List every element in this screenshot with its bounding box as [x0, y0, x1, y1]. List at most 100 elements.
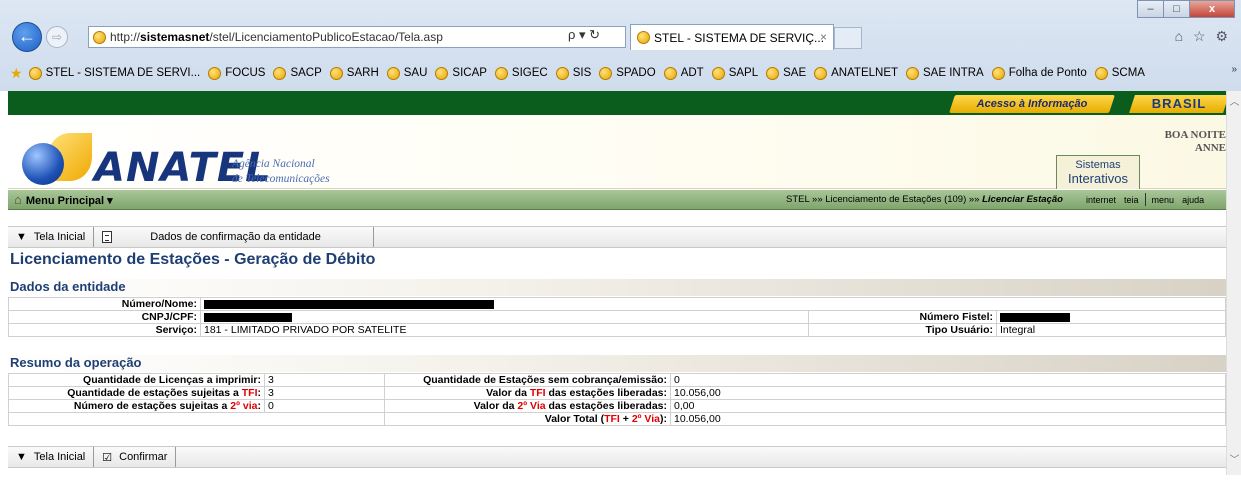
- page-icon: [93, 30, 106, 44]
- link-teia[interactable]: teia: [1124, 195, 1139, 205]
- web-page: Acesso à Informação BRASIL ANATEL Agênci…: [8, 91, 1226, 475]
- gov-bar: Acesso à Informação BRASIL: [8, 91, 1226, 115]
- section-dados-entidade: Dados da entidade: [8, 279, 1226, 296]
- favorites-more-chevron-icon[interactable]: »: [1231, 64, 1237, 75]
- top-toolbar: ▼ Tela Inicial Dados de confirmação da e…: [8, 226, 1226, 248]
- browser-chrome: – □ x ← ⇨ http://sistemasnet/stel/Licenc…: [0, 0, 1241, 91]
- n-2via-value: 0: [264, 399, 385, 413]
- minimize-button[interactable]: –: [1137, 0, 1164, 18]
- fav-icon: [28, 66, 42, 80]
- brasil-link[interactable]: BRASIL: [1129, 95, 1226, 113]
- cnpj-label: CNPJ/CPF:: [8, 310, 201, 324]
- vertical-scrollbar[interactable]: ︿ ﹀: [1226, 91, 1241, 475]
- fav-icon: [766, 66, 780, 80]
- address-bar[interactable]: http://sistemasnet/stel/LicenciamentoPub…: [88, 26, 626, 48]
- anatel-logo-globe: [22, 143, 64, 185]
- fav-item[interactable]: ADT: [663, 66, 704, 80]
- link-menu[interactable]: menu: [1152, 195, 1175, 205]
- fav-item[interactable]: SAU: [386, 66, 427, 80]
- fav-icon: [273, 66, 287, 80]
- q-tfi-value: 3: [264, 386, 385, 400]
- fav-item[interactable]: STEL - SISTEMA DE SERVI...: [28, 66, 200, 80]
- fav-icon: [435, 66, 449, 80]
- tab-page-icon: [637, 31, 650, 44]
- funnel-icon: ▼: [16, 451, 27, 463]
- back-button[interactable]: ←: [12, 22, 42, 52]
- tipo-usuario-label: Tipo Usuário:: [808, 323, 997, 337]
- link-internet[interactable]: internet: [1086, 195, 1116, 205]
- fav-item[interactable]: SPADO: [599, 66, 656, 80]
- fav-item[interactable]: SACP: [273, 66, 322, 80]
- link-ajuda[interactable]: ajuda: [1182, 195, 1204, 205]
- fav-item[interactable]: SAE: [766, 66, 806, 80]
- bottom-toolbar: ▼ Tela Inicial ☑ Confirmar: [8, 446, 1226, 468]
- funnel-icon: ▼: [16, 231, 27, 243]
- acesso-informacao-link[interactable]: Acesso à Informação: [949, 95, 1115, 113]
- tela-inicial-button[interactable]: ▼ Tela Inicial: [8, 447, 95, 467]
- fav-icon: [208, 66, 222, 80]
- url-host: sistemasnet: [140, 30, 210, 44]
- user-greeting: BOA NOITE ANNE: [1164, 129, 1226, 154]
- v-total-value: 10.056,00: [670, 412, 1226, 426]
- numero-nome-value: [200, 297, 1226, 311]
- new-tab-button[interactable]: [834, 27, 862, 49]
- fav-icon: [599, 66, 613, 80]
- fav-item[interactable]: ANATELNET: [814, 66, 898, 80]
- fav-item[interactable]: SARH: [329, 66, 379, 80]
- fav-icon: [991, 66, 1005, 80]
- redacted-block: [204, 312, 292, 322]
- q-sem-cobranca-value: 0: [670, 373, 1226, 387]
- fav-icon: [494, 66, 508, 80]
- tela-inicial-button[interactable]: ▼ Tela Inicial: [8, 227, 95, 247]
- dados-confirmacao-button[interactable]: Dados de confirmação da entidade: [94, 227, 375, 247]
- fav-item[interactable]: SICAP: [435, 66, 487, 80]
- fav-icon: [711, 66, 725, 80]
- numero-nome-label: Número/Nome:: [8, 297, 201, 311]
- redacted-block: [204, 299, 494, 309]
- url-prefix: http://: [110, 30, 141, 44]
- fav-item[interactable]: SAE INTRA: [906, 66, 984, 80]
- favorites-star-icon[interactable]: ★: [10, 65, 23, 82]
- scroll-up-icon[interactable]: ︿: [1227, 93, 1241, 108]
- v-2via-label: Valor da 2º Via das estações liberadas:: [384, 399, 671, 413]
- scroll-down-icon[interactable]: ﹀: [1227, 451, 1241, 466]
- confirmar-button[interactable]: ☑ Confirmar: [94, 447, 177, 467]
- cnpj-value: [200, 310, 809, 324]
- v-tfi-label: Valor da TFI das estações liberadas:: [384, 386, 671, 400]
- fav-icon: [663, 66, 677, 80]
- q-tfi-label: Quantidade de estações sujeitas a TFI:: [8, 386, 265, 400]
- browser-tab[interactable]: STEL - SISTEMA DE SERVIÇ... ×: [630, 24, 834, 50]
- fav-icon: [906, 66, 920, 80]
- q-licencas-value: 3: [264, 373, 385, 387]
- fav-icon: [555, 66, 569, 80]
- servico-label: Serviço:: [8, 323, 201, 337]
- site-header: ANATEL Agência Nacional de Telecomunicaç…: [8, 115, 1226, 191]
- tipo-usuario-value: Integral: [996, 323, 1226, 337]
- fav-item[interactable]: SCMA: [1094, 66, 1145, 80]
- close-window-button[interactable]: x: [1189, 0, 1235, 18]
- tab-close-icon[interactable]: ×: [820, 30, 827, 44]
- fav-icon: [1094, 66, 1108, 80]
- fav-item[interactable]: FOCUS: [208, 66, 265, 80]
- fistel-value: [996, 310, 1226, 324]
- q-licencas-label: Quantidade de Licenças a imprimir:: [8, 373, 265, 387]
- v-2via-value: 0,00: [670, 399, 1226, 413]
- redacted-block: [1000, 312, 1070, 322]
- forward-button[interactable]: ⇨: [46, 26, 68, 48]
- url-path: /stel/LicenciamentoPublicoEstacao/Tela.a…: [209, 30, 443, 44]
- search-refresh-icons[interactable]: ρ ▾ ↻: [568, 27, 600, 43]
- fav-item[interactable]: SAPL: [711, 66, 758, 80]
- page-title: Licenciamento de Estações - Geração de D…: [10, 251, 376, 268]
- maximize-button[interactable]: □: [1163, 0, 1190, 18]
- breadcrumb: STEL »» Licenciamento de Estações (109) …: [786, 194, 1063, 205]
- menu-principal-dropdown[interactable]: ⌂ Menu Principal ▾: [14, 192, 113, 207]
- servico-value: 181 - LIMITADO PRIVADO POR SATELITE: [200, 323, 809, 337]
- fav-item[interactable]: Folha de Ponto: [991, 66, 1087, 80]
- v-tfi-value: 10.056,00: [670, 386, 1226, 400]
- fav-item[interactable]: SIS: [555, 66, 591, 80]
- home-favorites-tools-icons[interactable]: ⌂ ☆ ⚙: [1175, 28, 1231, 45]
- n-2via-label: Número de estações sujeitas a 2º via:: [8, 399, 265, 413]
- fav-item[interactable]: SIGEC: [494, 66, 548, 80]
- top-links: internet teia menu ajuda: [1082, 190, 1208, 209]
- sistemas-interativos-tab[interactable]: Sistemas Interativos: [1056, 155, 1140, 189]
